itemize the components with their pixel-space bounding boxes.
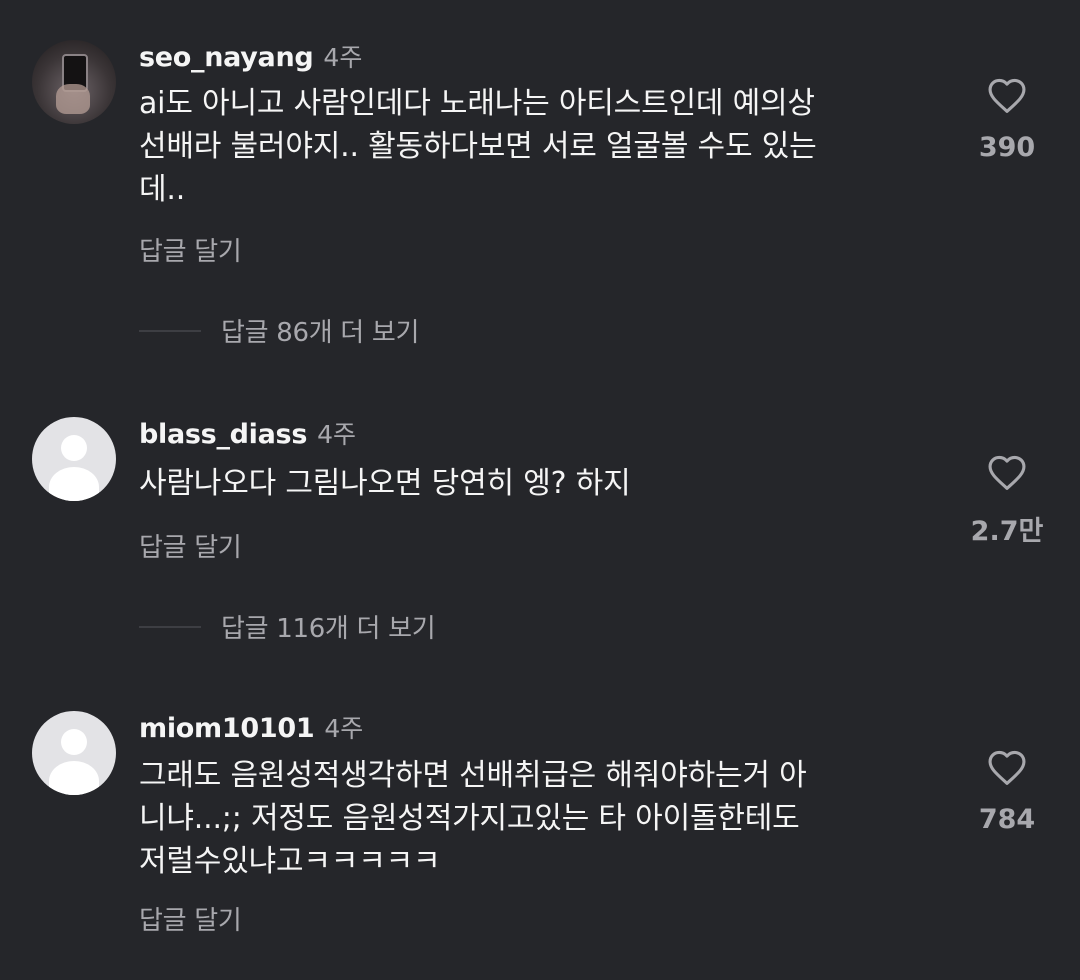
comment-header: blass_diass 4주 <box>139 415 356 451</box>
avatar-body-shape <box>49 467 99 501</box>
view-more-replies-label: 답글 116개 더 보기 <box>221 614 436 644</box>
comments-screen: seo_nayang 4주 ai도 아니고 사람인데다 노래나는 아티스트인데 … <box>0 0 1080 980</box>
comment-text: 그래도 음원성적생각하면 선배취급은 해줘야하는거 아 니냐...;; 저정도 … <box>139 754 929 883</box>
comment-time: 4주 <box>324 714 364 743</box>
comment-text-line: 데.. <box>139 172 186 207</box>
like-button[interactable]: 784 <box>957 748 1057 835</box>
like-count: 2.7만 <box>970 516 1044 547</box>
reply-button[interactable]: 답글 달기 <box>139 900 242 937</box>
view-more-replies-button[interactable]: 답글 86개 더 보기 <box>139 312 419 349</box>
avatar-photo-hand <box>56 84 90 114</box>
avatar-head-shape <box>61 729 87 755</box>
user-avatar[interactable] <box>32 40 116 124</box>
like-button[interactable]: 390 <box>957 76 1057 163</box>
comment-time: 4주 <box>317 420 356 449</box>
like-button[interactable]: 2.7만 <box>957 453 1057 548</box>
username[interactable]: seo_nayang <box>139 42 314 73</box>
comment-header: miom10101 4주 <box>139 709 363 745</box>
comment-text-line: 그래도 음원성적생각하면 선배취급은 해줘야하는거 아 <box>139 758 807 793</box>
avatar-head-shape <box>61 435 87 461</box>
view-more-replies-button[interactable]: 답글 116개 더 보기 <box>139 608 436 645</box>
like-count: 784 <box>978 804 1036 835</box>
comment-text-line: 선배라 불러야지.. 활동하다보면 서로 얼굴볼 수도 있는 <box>139 129 817 164</box>
avatar-body-shape <box>49 761 99 795</box>
default-avatar-icon[interactable] <box>32 417 116 501</box>
like-count: 390 <box>978 132 1036 163</box>
reply-button[interactable]: 답글 달기 <box>139 231 242 268</box>
heart-outline-icon <box>988 78 1026 113</box>
comment-text-line: 저럴수있냐고ㅋㅋㅋㅋㅋ <box>139 844 441 879</box>
comment-text: 사람나오다 그림나오면 당연히 엥? 하지 <box>139 462 929 505</box>
heart-outline-icon <box>988 750 1026 785</box>
view-more-replies-label: 답글 86개 더 보기 <box>221 318 420 348</box>
username[interactable]: miom10101 <box>139 713 315 744</box>
heart-outline-icon <box>988 455 1026 490</box>
comment-text-line: 니냐...;; 저정도 음원성적가지고있는 타 아이돌한테도 <box>139 801 800 836</box>
username[interactable]: blass_diass <box>139 419 307 450</box>
reply-button[interactable]: 답글 달기 <box>139 527 242 564</box>
comment-text-line: ai도 아니고 사람인데다 노래나는 아티스트인데 예의상 <box>139 86 815 121</box>
replies-divider-line <box>139 625 201 628</box>
comment-text: ai도 아니고 사람인데다 노래나는 아티스트인데 예의상 선배라 불러야지..… <box>139 82 929 211</box>
comment-header: seo_nayang 4주 <box>139 38 362 74</box>
comment-text-line: 사람나오다 그림나오면 당연히 엥? 하지 <box>139 466 631 501</box>
comment-time: 4주 <box>323 43 363 72</box>
default-avatar-icon[interactable] <box>32 711 116 795</box>
replies-divider-line <box>139 329 201 332</box>
